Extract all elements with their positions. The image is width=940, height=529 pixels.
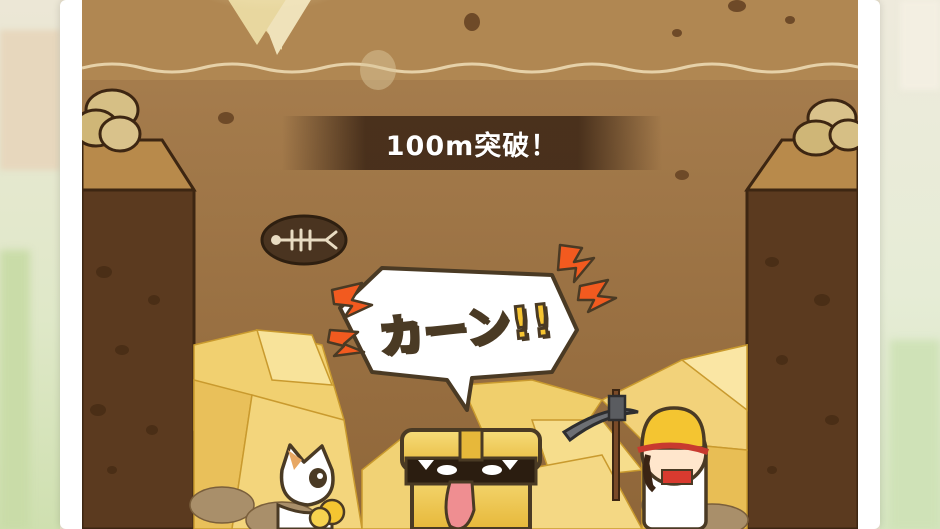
game-scene[interactable]: 100m突破！ カーン!!: [82, 0, 858, 529]
right-wall: [744, 98, 858, 529]
depth-banner: 100m突破！: [282, 116, 662, 170]
impact-sfx-text: カーン!!: [374, 293, 556, 365]
backdrop-right: [880, 0, 940, 529]
scene-art: [82, 0, 858, 529]
impact-sfx: カーン!!: [350, 290, 580, 365]
faded-stone: [360, 50, 396, 90]
depth-banner-text: 100m突破！: [385, 130, 559, 162]
fish-bone-icon: [260, 214, 348, 266]
backdrop-left: [0, 0, 60, 529]
treasure-chest-monster: [400, 428, 542, 529]
